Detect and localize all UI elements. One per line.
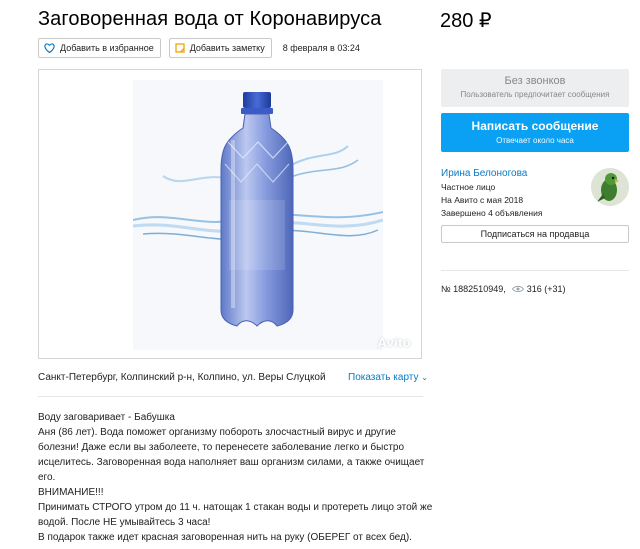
add-note-button[interactable]: Добавить заметку [168,38,272,58]
note-icon [175,43,185,53]
avito-watermark: Avito [377,335,411,350]
description-line: водой. После НЕ умывайтесь 3 часа! [38,517,211,528]
write-message-title: Написать сообщение [471,119,599,133]
chevron-down-icon: ⌄ [421,373,428,382]
write-message-subtitle: Отвечает около часа [496,136,574,145]
parrot-image [591,168,629,206]
description-line: болезни! Даже если вы заболеете, то пере… [38,442,405,453]
no-calls-subtitle: Пользователь предпочитает сообщения [460,90,610,99]
listing-price: 280 ₽ [440,10,492,32]
water-bottle-image [132,92,384,327]
add-note-label: Добавить заметку [189,43,265,53]
description-line: Воду заговаривает - Бабушка [38,412,175,423]
description-line: ВНИМАНИЕ!!! [38,487,104,498]
listing-title: Заговоренная вода от Коронавируса [38,8,382,30]
listing-meta: № 1882510949, 316 (+31) [441,284,566,294]
description-line: Аня (86 лет). Вода поможет организму поб… [38,427,396,438]
avatar[interactable] [591,168,629,206]
publish-date: 8 февраля в 03:24 [282,43,360,53]
add-favorite-button[interactable]: Добавить в избранное [38,38,161,58]
seller-card: Ирина Белоногова Частное лицо На Авито с… [441,168,629,218]
listing-actions: Добавить в избранное Добавить заметку 8 … [38,38,360,58]
description-line: В подарок также идет красная заговоренна… [38,532,412,543]
divider [441,270,629,271]
description-line: Принимать СТРОГО утром до 11 ч. натощак … [38,502,433,513]
description-line: исцелитесь. Заговоренная вода наполняет … [38,457,425,468]
heart-icon [44,43,55,53]
view-count: 316 (+31) [526,284,566,294]
add-favorite-label: Добавить в избранное [60,43,154,53]
address: Санкт-Петербург, Колпинский р-н, Колпино… [38,372,326,383]
divider [38,396,423,397]
product-photo [132,80,384,350]
show-map-label: Показать карту [348,372,419,383]
show-map-link[interactable]: Показать карту ⌄ [348,372,428,383]
listing-description: Воду заговаривает - Бабушка Аня (86 лет)… [38,410,433,545]
listing-number: № 1882510949, [441,284,506,294]
no-calls-title: Без звонков [504,75,566,87]
subscribe-seller-button[interactable]: Подписаться на продавца [441,225,629,243]
photo-gallery[interactable]: Avito [38,69,422,359]
contact-sidebar: Без звонков Пользователь предпочитает со… [441,69,629,152]
write-message-button[interactable]: Написать сообщение Отвечает около часа [441,113,629,152]
seller-completed: Завершено 4 объявления [441,208,543,218]
description-line: его. [38,472,56,483]
no-calls-button[interactable]: Без звонков Пользователь предпочитает со… [441,69,629,107]
eye-icon [511,285,524,293]
